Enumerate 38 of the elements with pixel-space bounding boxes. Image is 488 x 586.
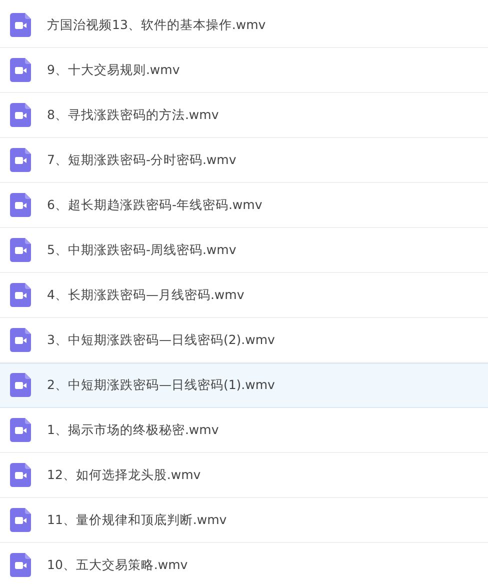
file-row[interactable]: 9、十大交易规则.wmv <box>0 48 488 93</box>
video-file-icon <box>10 508 31 532</box>
file-row[interactable]: 5、中期涨跌密码-周线密码.wmv <box>0 228 488 273</box>
video-file-icon <box>10 103 31 127</box>
video-file-icon <box>10 193 31 217</box>
file-name: 5、中期涨跌密码-周线密码.wmv <box>47 242 236 258</box>
video-file-icon <box>10 238 31 262</box>
file-name: 方国治视频13、软件的基本操作.wmv <box>47 16 266 34</box>
file-name: 4、长期涨跌密码—月线密码.wmv <box>47 286 244 304</box>
video-file-icon <box>10 148 31 172</box>
file-row[interactable]: 10、五大交易策略.wmv <box>0 543 488 586</box>
file-row[interactable]: 1、揭示市场的终极秘密.wmv <box>0 408 488 453</box>
video-file-icon <box>10 463 31 487</box>
file-name: 7、短期涨跌密码-分时密码.wmv <box>47 152 236 168</box>
file-row[interactable]: 12、如何选择龙头股.wmv <box>0 453 488 498</box>
file-row[interactable]: 2、中短期涨跌密码—日线密码(1).wmv <box>0 363 488 408</box>
video-file-icon <box>10 553 31 577</box>
file-name: 9、十大交易规则.wmv <box>47 62 180 78</box>
file-row[interactable]: 6、超长期趋涨跌密码-年线密码.wmv <box>0 183 488 228</box>
video-file-icon <box>10 13 31 37</box>
file-name: 1、揭示市场的终极秘密.wmv <box>47 422 219 438</box>
file-name: 2、中短期涨跌密码—日线密码(1).wmv <box>47 376 275 394</box>
file-name: 6、超长期趋涨跌密码-年线密码.wmv <box>47 196 262 214</box>
file-name: 12、如何选择龙头股.wmv <box>47 466 201 484</box>
file-row[interactable]: 8、寻找涨跌密码的方法.wmv <box>0 93 488 138</box>
file-row[interactable]: 7、短期涨跌密码-分时密码.wmv <box>0 138 488 183</box>
file-name: 3、中短期涨跌密码—日线密码(2).wmv <box>47 332 275 348</box>
video-file-icon <box>10 328 31 352</box>
video-file-icon <box>10 418 31 442</box>
file-row[interactable]: 11、量价规律和顶底判断.wmv <box>0 498 488 543</box>
video-file-icon <box>10 283 31 307</box>
file-name: 8、寻找涨跌密码的方法.wmv <box>47 106 219 124</box>
file-name: 10、五大交易策略.wmv <box>47 556 188 574</box>
file-row[interactable]: 方国治视频13、软件的基本操作.wmv <box>0 3 488 48</box>
video-file-icon <box>10 373 31 397</box>
file-row[interactable]: 4、长期涨跌密码—月线密码.wmv <box>0 273 488 318</box>
file-name: 11、量价规律和顶底判断.wmv <box>47 512 227 528</box>
video-file-icon <box>10 58 31 82</box>
